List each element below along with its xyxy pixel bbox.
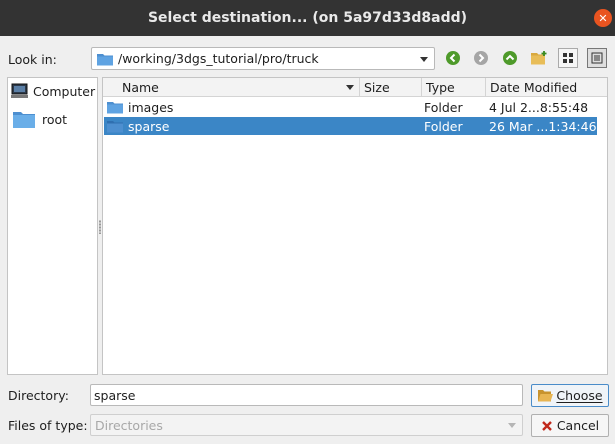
directory-input[interactable]: sparse — [90, 384, 523, 406]
file-name: sparse — [128, 118, 170, 134]
column-header-name[interactable]: Name — [103, 78, 360, 96]
back-icon[interactable] — [443, 48, 463, 68]
column-header-date[interactable]: Date Modified — [486, 78, 607, 96]
file-type: Folder — [424, 99, 463, 115]
list-view-icon[interactable] — [558, 48, 578, 68]
sidebar-item-computer[interactable]: Computer — [11, 83, 95, 99]
file-type-combo: Directories — [90, 414, 523, 436]
look-in-path: /working/3dgs_tutorial/pro/truck — [118, 51, 319, 66]
sidebar: Computer root — [7, 77, 98, 375]
window-titlebar: Select destination... (on 5a97d33d8add) … — [0, 0, 615, 36]
file-list-header: Name Size Type Date Modified — [103, 78, 607, 97]
choose-label: Choose — [556, 388, 603, 403]
computer-icon — [11, 83, 29, 99]
folder-icon — [106, 117, 124, 135]
directory-label: Directory: — [8, 388, 69, 403]
chevron-down-icon[interactable] — [420, 56, 428, 62]
folder-icon — [106, 98, 124, 116]
cancel-button[interactable]: Cancel — [531, 414, 609, 437]
file-type: Folder — [424, 118, 463, 134]
cancel-x-icon — [541, 420, 553, 432]
folder-icon — [12, 109, 36, 129]
column-header-size[interactable]: Size — [360, 78, 422, 96]
forward-icon[interactable] — [471, 48, 491, 68]
directory-value: sparse — [94, 387, 136, 403]
open-folder-icon — [537, 389, 554, 402]
column-label: Type — [426, 79, 455, 95]
close-icon[interactable]: ✕ — [594, 9, 612, 27]
file-date: 26 Mar ...1:34:46 — [489, 118, 597, 134]
look-in-label: Look in: — [8, 52, 57, 67]
column-label: Name — [122, 79, 159, 95]
file-name: images — [128, 99, 174, 115]
choose-button[interactable]: Choose — [531, 384, 609, 407]
table-row[interactable]: images Folder 4 Jul 2...8:55:48 — [104, 98, 597, 116]
file-type-label: Files of type: — [8, 418, 88, 433]
look-in-combo[interactable]: /working/3dgs_tutorial/pro/truck — [91, 47, 435, 70]
folder-icon — [96, 52, 114, 66]
table-row-selected[interactable]: sparse Folder 26 Mar ...1:34:46 — [104, 117, 597, 135]
column-label: Size — [364, 79, 390, 95]
cancel-label: Cancel — [556, 418, 600, 433]
file-list: Name Size Type Date Modified images Fold… — [102, 77, 608, 375]
column-header-type[interactable]: Type — [422, 78, 486, 96]
column-label: Date Modified — [490, 79, 578, 95]
sort-chevron-down-icon — [346, 85, 354, 90]
chevron-down-icon — [508, 423, 516, 428]
file-date: 4 Jul 2...8:55:48 — [489, 99, 589, 115]
sidebar-item-label: root — [42, 111, 68, 127]
splitter-handle[interactable] — [99, 220, 101, 234]
up-icon[interactable] — [500, 48, 520, 68]
file-type-value: Directories — [95, 417, 163, 433]
sidebar-item-root[interactable]: root — [12, 109, 67, 129]
detail-view-icon[interactable] — [587, 48, 607, 68]
new-folder-icon[interactable] — [529, 48, 549, 68]
sidebar-item-label: Computer — [33, 83, 96, 99]
window-title: Select destination... (on 5a97d33d8add) — [147, 10, 468, 26]
